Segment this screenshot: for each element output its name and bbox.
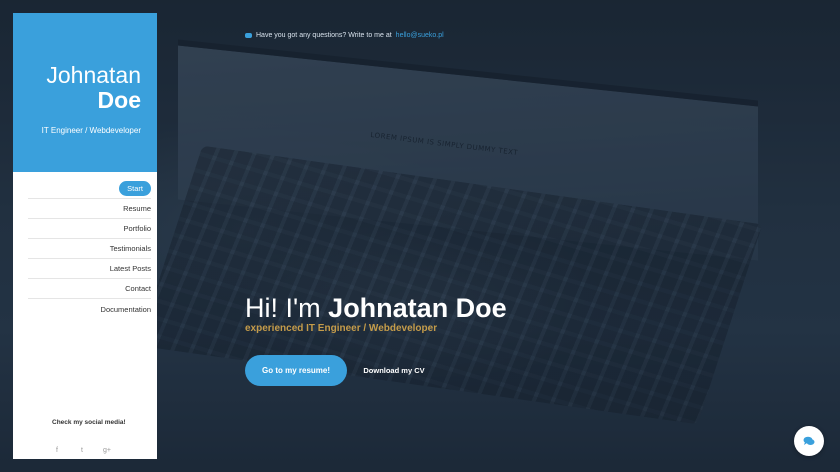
hero-title: Hi! I'm Johnatan Doe xyxy=(245,293,507,324)
download-cv-button[interactable]: Download my CV xyxy=(362,355,426,386)
chat-button[interactable] xyxy=(794,426,824,456)
google-plus-icon[interactable]: g+ xyxy=(103,447,111,454)
profile-last-name: Doe xyxy=(97,87,141,113)
nav-item-label[interactable]: Testimonials xyxy=(110,244,151,253)
nav-item-label[interactable]: Portfolio xyxy=(123,224,151,233)
hero-name: Johnatan Doe xyxy=(328,293,507,323)
hero-greeting: Hi! I'm xyxy=(245,293,321,323)
nav-item-documentation[interactable]: Documentation xyxy=(28,299,151,319)
profile-role: IT Engineer / Webdeveloper xyxy=(41,126,141,135)
go-to-resume-button[interactable]: Go to my resume! xyxy=(245,355,347,386)
nav-item-label[interactable]: Start xyxy=(119,181,151,196)
profile-first-name: Johnatan xyxy=(46,62,141,88)
email-link[interactable]: hello@sueko.pl xyxy=(396,32,444,39)
nav-item-contact[interactable]: Contact xyxy=(28,279,151,299)
chat-icon xyxy=(245,33,252,38)
topbar-text: Have you got any questions? Write to me … xyxy=(256,32,392,39)
twitter-icon[interactable]: t xyxy=(78,447,86,454)
nav-item-testimonials[interactable]: Testimonials xyxy=(28,239,151,259)
hero-subtitle: experienced IT Engineer / Webdeveloper xyxy=(245,323,438,334)
nav-item-label[interactable]: Documentation xyxy=(101,305,151,314)
sidebar-nav: Start Resume Portfolio Testimonials Late… xyxy=(28,179,151,319)
sidebar: Johnatan Doe IT Engineer / Webdeveloper … xyxy=(13,13,157,459)
nav-item-label[interactable]: Latest Posts xyxy=(110,264,151,273)
contact-topbar: Have you got any questions? Write to me … xyxy=(245,32,444,39)
nav-item-latest-posts[interactable]: Latest Posts xyxy=(28,259,151,279)
nav-item-label[interactable]: Contact xyxy=(125,284,151,293)
nav-item-start[interactable]: Start xyxy=(28,179,151,199)
facebook-icon[interactable]: f xyxy=(53,447,61,454)
sidebar-header: Johnatan Doe IT Engineer / Webdeveloper xyxy=(13,13,157,172)
nav-item-label[interactable]: Resume xyxy=(123,204,151,213)
nav-item-portfolio[interactable]: Portfolio xyxy=(28,219,151,239)
nav-item-resume[interactable]: Resume xyxy=(28,199,151,219)
chat-icon xyxy=(803,436,815,445)
social-title: Check my social media! xyxy=(52,419,126,426)
social-links: f t g+ xyxy=(53,447,111,454)
